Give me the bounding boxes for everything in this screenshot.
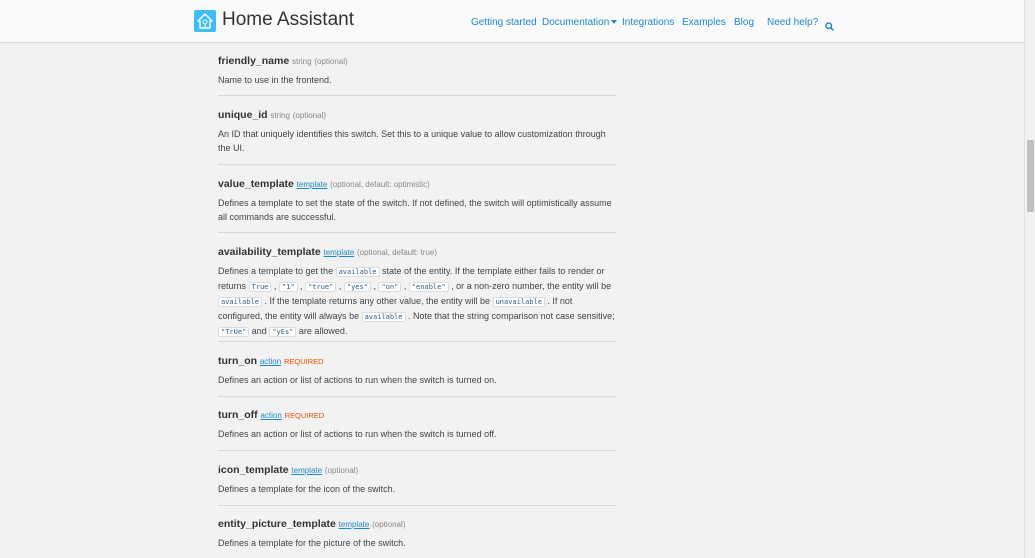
entry-qualifier: (optional) (324, 466, 359, 475)
entry-description: An ID that uniquely identifies this swit… (218, 129, 606, 153)
template-type-link[interactable]: template (324, 248, 355, 257)
entry-name: unique_id (218, 109, 268, 121)
entry-qualifier: (optional, default: optimistic) (330, 180, 430, 189)
entry-title: turn_on action REQUIRED (218, 354, 616, 369)
template-type-link[interactable]: template (339, 520, 370, 529)
config-entry-unique-id: unique_id string (optional) An ID that u… (218, 108, 616, 165)
template-type-link[interactable]: template (297, 180, 328, 189)
config-entry-entity-picture-template: entity_picture_template template (option… (218, 517, 616, 558)
config-entry-value-template: value_template template (optional, defau… (218, 177, 616, 233)
entry-name: turn_off (218, 409, 258, 421)
nav-getting-started[interactable]: Getting started (471, 17, 537, 28)
entry-name: entity_picture_template (218, 518, 336, 530)
config-entry-availability-template: availability_template template (optional… (218, 245, 616, 342)
inline-code: "TrUe" (218, 327, 250, 337)
config-entry-turn-on: turn_on action REQUIRED Defines an actio… (218, 354, 616, 397)
desc-text: . Note that the string comparison not ca… (405, 311, 615, 321)
entry-description: Defines an action or list of actions to … (218, 429, 497, 439)
entry-name: availability_template (218, 246, 321, 258)
entry-name: turn_on (218, 355, 258, 367)
desc-text: , (401, 281, 409, 291)
action-type-link[interactable]: action (260, 357, 281, 366)
site-header: Home Assistant Getting started Documenta… (0, 0, 1024, 43)
entry-title: availability_template template (optional… (218, 245, 616, 260)
entry-description: Defines a template to set the state of t… (218, 198, 612, 222)
entry-title: friendly_name string (optional) (218, 54, 616, 69)
desc-text: are allowed. (296, 326, 348, 336)
entry-type: string (291, 57, 312, 66)
entry-name: value_template (218, 178, 294, 190)
scrollbar-thumb[interactable] (1027, 140, 1034, 212)
config-entry-friendly-name: friendly_name string (optional) Name to … (218, 54, 616, 96)
entry-description: Defines a template for the icon of the s… (218, 484, 396, 494)
entry-qualifier: (optional, default: true) (356, 248, 438, 257)
entry-name: friendly_name (218, 55, 290, 67)
entry-qualifier: (optional) (372, 520, 406, 529)
desc-text: , (271, 281, 279, 291)
inline-code: "enable" (408, 282, 449, 292)
desc-text: , or a non-zero number, the entity will … (448, 281, 612, 291)
inline-code: unavailable (492, 297, 545, 307)
desc-text: Defines a template to get the (218, 266, 336, 276)
nav-examples[interactable]: Examples (682, 17, 726, 28)
entry-name: icon_template (218, 464, 289, 476)
entry-qualifier: (optional) (292, 111, 327, 120)
vertical-scrollbar[interactable] (1024, 0, 1035, 558)
entry-title: entity_picture_template template (option… (218, 517, 616, 532)
config-entry-icon-template: icon_template template (optional) Define… (218, 463, 616, 506)
entry-title: value_template template (optional, defau… (218, 177, 616, 192)
brand-title[interactable]: Home Assistant (222, 9, 354, 31)
inline-code: "on" (378, 282, 402, 292)
inline-code: "1" (278, 282, 298, 292)
inline-code: True (248, 282, 272, 292)
entry-description: Defines a template for the picture of th… (218, 538, 406, 548)
nav-documentation-label: Documentation (542, 17, 610, 28)
search-icon[interactable] (825, 18, 834, 36)
required-badge: REQUIRED (284, 357, 324, 366)
template-type-link[interactable]: template (291, 466, 322, 475)
action-type-link[interactable]: action (260, 411, 281, 420)
entry-title: icon_template template (optional) (218, 463, 616, 478)
required-badge: REQUIRED (284, 411, 325, 420)
inline-code: "yEs" (269, 327, 297, 337)
desc-text: , (336, 281, 344, 291)
desc-text: . If the template returns any other valu… (261, 296, 493, 306)
desc-text: , (297, 281, 306, 291)
entry-description: Defines an action or list of actions to … (218, 375, 497, 385)
entry-qualifier: (optional) (314, 57, 348, 66)
entry-description: Defines a template to get the available … (218, 264, 616, 339)
entry-type: string (270, 111, 290, 120)
entry-title: turn_off action REQUIRED (218, 408, 616, 423)
entry-description: Name to use in the frontend. (218, 75, 332, 85)
nav-documentation[interactable]: Documentation (542, 17, 618, 28)
entry-title: unique_id string (optional) (218, 108, 616, 123)
home-assistant-logo-icon[interactable] (194, 10, 216, 32)
inline-code: available (335, 267, 380, 277)
nav-need-help[interactable]: Need help? (767, 17, 818, 28)
inline-code: "yes" (343, 282, 371, 292)
config-entry-turn-off: turn_off action REQUIRED Defines an acti… (218, 408, 616, 451)
nav-integrations[interactable]: Integrations (622, 17, 674, 28)
nav-blog[interactable]: Blog (734, 17, 754, 28)
desc-text: and (249, 326, 270, 336)
inline-code: available (218, 297, 262, 307)
inline-code: "true" (305, 282, 337, 292)
caret-down-icon (611, 20, 618, 24)
inline-code: available (361, 312, 406, 322)
